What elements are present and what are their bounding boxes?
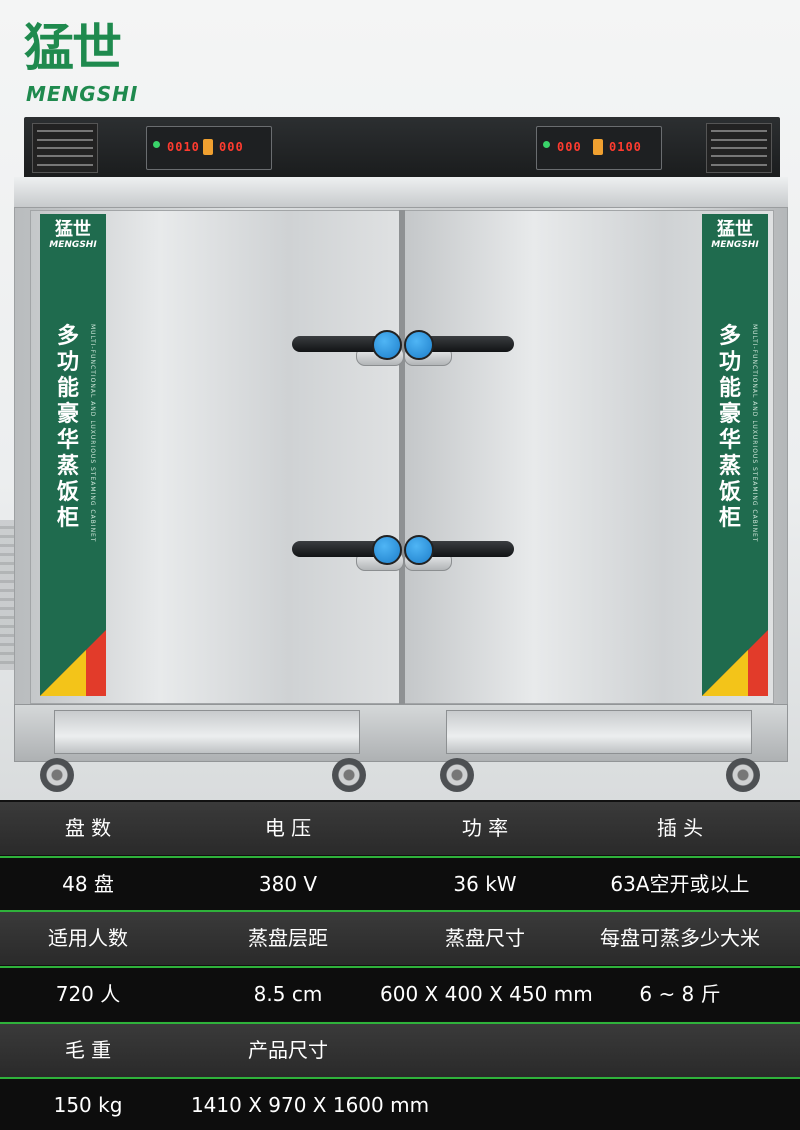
spec-label: 蒸盘尺寸 — [445, 926, 525, 950]
spec-value-row-3: 150 kg 1410 X 970 X 1600 mm — [0, 1079, 800, 1130]
power-led-icon — [153, 141, 160, 148]
spec-label: 电 压 — [264, 816, 312, 840]
spec-header-row-2: 适用人数 蒸盘层距 蒸盘尺寸 每盘可蒸多少大米 — [0, 912, 800, 965]
spec-label: 产品尺寸 — [248, 1038, 328, 1062]
spec-label: 盘 数 — [64, 816, 112, 840]
side-panel-title: 多功能豪华蒸饭柜 — [56, 324, 79, 531]
blue-knob-icon — [372, 535, 402, 565]
spec-value: 720 人 — [55, 982, 121, 1006]
control-panel: 0010 000 000 0100 — [24, 117, 780, 179]
door-handle-lower — [292, 535, 514, 571]
spec-value: 8.5 cm — [253, 982, 323, 1006]
spec-value: 380 V — [258, 872, 318, 896]
spec-value: 48 盘 — [62, 872, 114, 896]
spec-label: 插 头 — [656, 816, 704, 840]
warning-plate-left — [32, 123, 98, 173]
heat-indicator-icon — [203, 139, 213, 155]
decor-stripe-yellow — [702, 650, 748, 696]
side-panel-title: 多功能豪华蒸饭柜 — [718, 324, 741, 531]
spec-label: 蒸盘层距 — [248, 926, 328, 950]
controller-left-display-1: 0010 — [167, 140, 200, 154]
spec-value: 63A空开或以上 — [610, 872, 750, 896]
logo-english: MENGSHI — [26, 82, 139, 106]
product-page: 猛世 MENGSHI 0010 000 000 0100 猛世 MENGSHI … — [0, 0, 800, 1130]
spec-label: 适用人数 — [48, 926, 128, 950]
side-panel-logo-en: MENGSHI — [49, 240, 97, 250]
controller-right-display-2: 0100 — [609, 140, 642, 154]
spec-value: 1410 X 970 X 1600 mm — [190, 1093, 430, 1117]
side-panel-logo: 猛世 — [55, 219, 91, 240]
controller-left-display-2: 000 — [219, 140, 244, 154]
side-panel-right: 猛世 MENGSHI 多功能豪华蒸饭柜 MULTI-FUNCTIONAL AND… — [702, 214, 768, 696]
heat-indicator-icon — [593, 139, 603, 155]
brand-logo: 猛世 MENGSHI — [24, 20, 174, 110]
product-photo: 猛世 MENGSHI 0010 000 000 0100 猛世 MENGSHI … — [0, 0, 800, 800]
controller-right-display-1: 000 — [557, 140, 582, 154]
caster-wheel-icon — [726, 758, 760, 792]
blue-knob-icon — [404, 330, 434, 360]
spec-header-row-3: 毛 重 产品尺寸 — [0, 1024, 800, 1077]
power-led-icon — [543, 141, 550, 148]
caster-wheel-icon — [332, 758, 366, 792]
spec-value-row-1: 48 盘 380 V 36 kW 63A空开或以上 — [0, 858, 800, 911]
door-handle-upper — [292, 330, 514, 366]
controller-left: 0010 000 — [146, 126, 272, 170]
spec-label: 毛 重 — [64, 1038, 112, 1062]
spec-value: 6 ~ 8 斤 — [639, 982, 721, 1006]
spec-label: 每盘可蒸多少大米 — [600, 926, 760, 950]
caster-wheel-icon — [40, 758, 74, 792]
side-panel-left: 猛世 MENGSHI 多功能豪华蒸饭柜 MULTI-FUNCTIONAL AND… — [40, 214, 106, 696]
side-panel-subtitle: MULTI-FUNCTIONAL AND LUXURIOUS STEAMING … — [751, 324, 758, 543]
spec-value: 150 kg — [53, 1093, 123, 1117]
spec-value-row-2: 720 人 8.5 cm 600 X 400 X 450 mm 6 ~ 8 斤 — [0, 968, 800, 1021]
warning-plate-right — [706, 123, 772, 173]
logo-chinese: 猛世 — [24, 19, 122, 77]
blue-knob-icon — [404, 535, 434, 565]
spec-value: 600 X 400 X 450 mm — [380, 982, 593, 1006]
side-panel-logo-en: MENGSHI — [711, 240, 759, 250]
caster-wheel-icon — [440, 758, 474, 792]
side-panel-subtitle: MULTI-FUNCTIONAL AND LUXURIOUS STEAMING … — [89, 324, 96, 543]
door-seam — [399, 210, 405, 704]
spec-table: 盘 数 电 压 功 率 插 头 48 盘 380 V 36 kW 63A空开或以… — [0, 800, 800, 1130]
controller-right: 000 0100 — [536, 126, 662, 170]
drip-tray-left — [54, 710, 360, 754]
blue-knob-icon — [372, 330, 402, 360]
spec-label: 功 率 — [461, 816, 509, 840]
decor-stripe-yellow — [40, 650, 86, 696]
spec-header-row-1: 盘 数 电 压 功 率 插 头 — [0, 802, 800, 855]
drip-tray-right — [446, 710, 752, 754]
spec-value: 36 kW — [453, 872, 517, 896]
cabinet-top-trim — [14, 177, 788, 208]
side-panel-logo: 猛世 — [717, 219, 753, 240]
